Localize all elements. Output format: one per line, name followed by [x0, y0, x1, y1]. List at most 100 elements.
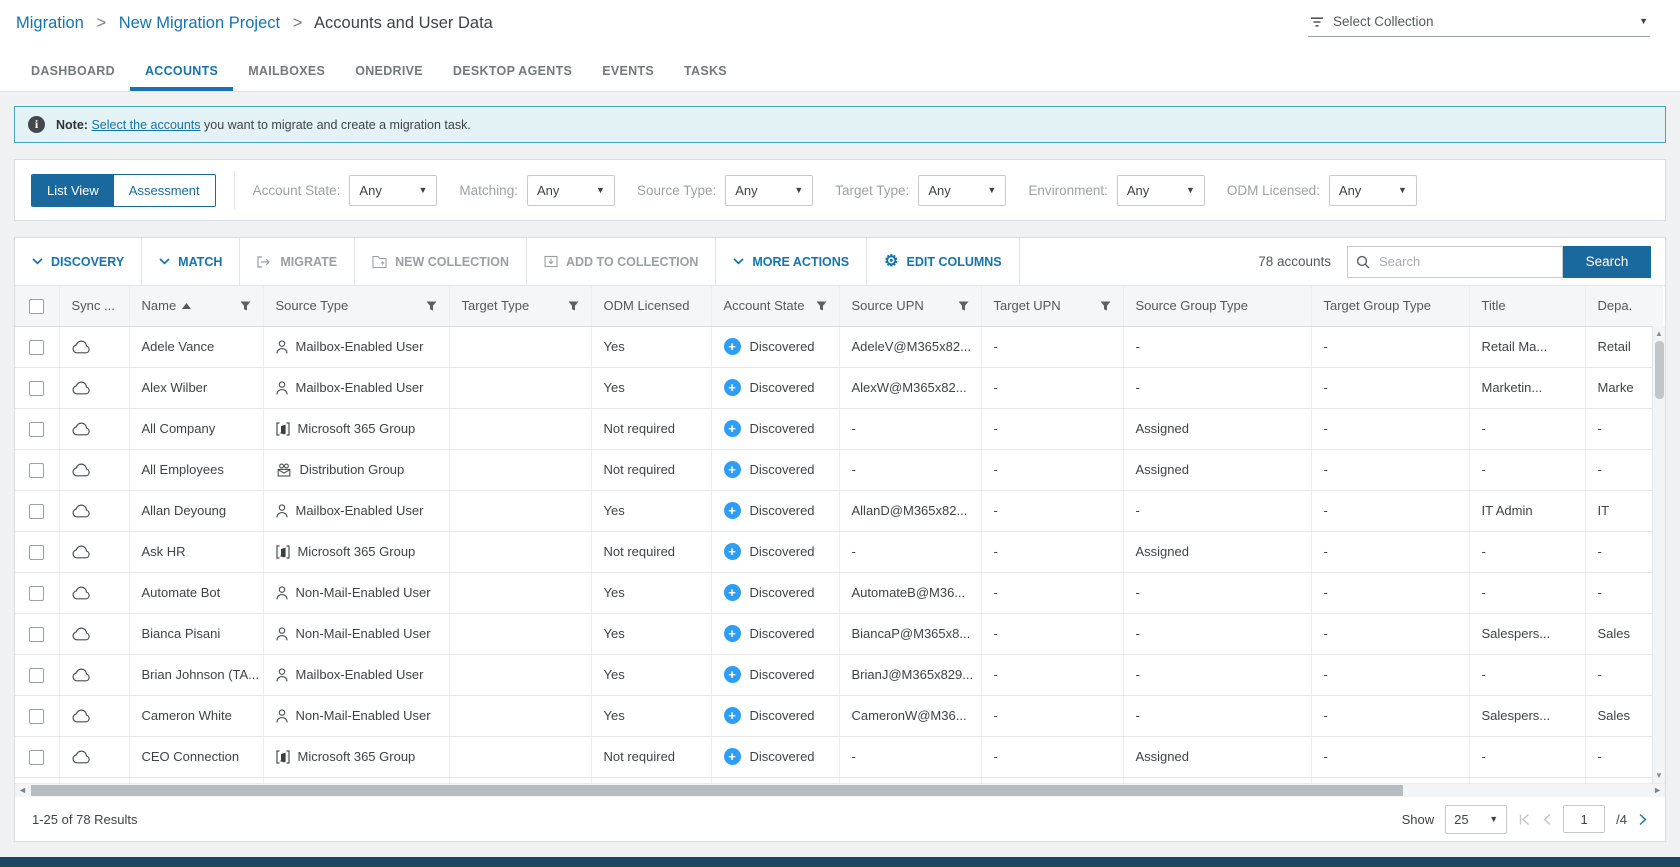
filter-select-source-type[interactable]: Any▼ — [725, 175, 813, 206]
tab-dashboard[interactable]: DASHBOARD — [16, 53, 130, 91]
scroll-right-icon[interactable]: ► — [1653, 785, 1662, 795]
filter-select-account-state[interactable]: Any▼ — [349, 175, 437, 206]
column-header-source-type[interactable]: Source Type — [263, 286, 449, 326]
cell-target-group-type: - — [1311, 654, 1469, 695]
select-all-checkbox[interactable] — [29, 299, 44, 314]
vertical-scrollbar[interactable]: ▲ ▼ — [1652, 326, 1665, 783]
filter-select-odm-licensed[interactable]: Any▼ — [1329, 175, 1417, 206]
row-checkbox[interactable] — [29, 586, 44, 601]
column-header-target-type[interactable]: Target Type — [449, 286, 591, 326]
account-state-label: Discovered — [750, 544, 815, 559]
add-to-collection-button[interactable]: ADD TO COLLECTION — [527, 238, 716, 285]
select-the-accounts-link[interactable]: Select the accounts — [91, 118, 200, 132]
column-header-account-state[interactable]: Account State — [711, 286, 839, 326]
cell-source-upn: AlexW@M365x82... — [839, 367, 981, 408]
caret-down-icon: ▼ — [1398, 186, 1407, 195]
funnel-icon[interactable] — [426, 301, 437, 311]
tab-mailboxes[interactable]: MAILBOXES — [233, 53, 340, 91]
column-header-department[interactable]: Depa. — [1585, 286, 1663, 326]
search-input[interactable] — [1377, 253, 1554, 270]
row-checkbox[interactable] — [29, 545, 44, 560]
row-checkbox[interactable] — [29, 627, 44, 642]
tab-accounts[interactable]: ACCOUNTS — [130, 53, 233, 91]
column-header-target-upn[interactable]: Target UPN — [981, 286, 1123, 326]
cell-odm-licensed: Yes — [591, 572, 711, 613]
funnel-icon[interactable] — [568, 301, 579, 311]
more-actions-button[interactable]: MORE ACTIONS — [716, 238, 867, 285]
m365-group-icon — [276, 545, 290, 559]
row-checkbox[interactable] — [29, 422, 44, 437]
column-header-sync[interactable]: Sync ... — [59, 286, 129, 326]
column-header-odm-licensed[interactable]: ODM Licensed — [591, 286, 711, 326]
tab-onedrive[interactable]: ONEDRIVE — [340, 53, 438, 91]
breadcrumb-migration[interactable]: Migration — [16, 14, 84, 32]
toolbar-button-label: MORE ACTIONS — [752, 255, 849, 269]
row-select-cell — [15, 531, 59, 572]
row-checkbox[interactable] — [29, 750, 44, 765]
scroll-down-icon[interactable]: ▼ — [1655, 768, 1663, 783]
scroll-up-icon[interactable]: ▲ — [1655, 326, 1663, 341]
cell-account-state: +Discovered — [711, 490, 839, 531]
tab-events[interactable]: EVENTS — [587, 53, 669, 91]
cell-source-upn: - — [839, 449, 981, 490]
funnel-icon[interactable] — [816, 301, 827, 311]
breadcrumb-project[interactable]: New Migration Project — [119, 14, 280, 32]
filter-select-matching[interactable]: Any▼ — [527, 175, 615, 206]
first-page-button[interactable] — [1518, 813, 1531, 826]
tab-strip: DASHBOARDACCOUNTSMAILBOXESONEDRIVEDESKTO… — [0, 53, 1680, 92]
column-header-source-upn[interactable]: Source UPN — [839, 286, 981, 326]
cell-source-type: Mailbox-Enabled User — [263, 654, 449, 695]
match-button[interactable]: MATCH — [142, 238, 240, 285]
cell-target-type — [449, 326, 591, 367]
row-checkbox[interactable] — [29, 463, 44, 478]
funnel-icon[interactable] — [958, 301, 969, 311]
row-checkbox[interactable] — [29, 709, 44, 724]
view-toggle-list-view[interactable]: List View — [32, 175, 114, 206]
filter-select-environment[interactable]: Any▼ — [1117, 175, 1205, 206]
edit-columns-button[interactable]: ⚙EDIT COLUMNS — [867, 238, 1019, 285]
plus-circle-icon: + — [724, 584, 741, 601]
table-footer: 1-25 of 78 Results Show 25 ▼ 1 /4 — [15, 797, 1665, 841]
vertical-scroll-thumb[interactable] — [1655, 341, 1664, 399]
row-checkbox[interactable] — [29, 668, 44, 683]
horizontal-scroll-thumb[interactable] — [31, 785, 1403, 796]
info-icon: i — [28, 116, 45, 133]
funnel-icon[interactable] — [1100, 301, 1111, 311]
row-checkbox[interactable] — [29, 340, 44, 355]
page-size-select[interactable]: 25 ▼ — [1445, 805, 1507, 834]
view-toggle-assessment[interactable]: Assessment — [114, 175, 215, 206]
previous-page-button[interactable] — [1542, 813, 1552, 826]
search-button[interactable]: Search — [1563, 246, 1651, 278]
cell-source-group-type: - — [1123, 572, 1311, 613]
column-label: Name — [142, 298, 177, 313]
next-page-button[interactable] — [1638, 813, 1648, 826]
column-header-target-group-type[interactable]: Target Group Type — [1311, 286, 1469, 326]
scroll-left-icon[interactable]: ◄ — [18, 785, 27, 795]
page-number-input[interactable]: 1 — [1563, 805, 1605, 833]
cell-title: Marketin... — [1469, 367, 1585, 408]
row-select-cell — [15, 695, 59, 736]
row-select-cell — [15, 613, 59, 654]
column-header-name[interactable]: Name — [129, 286, 263, 326]
select-collection-dropdown[interactable]: Select Collection ▼ — [1308, 12, 1650, 37]
funnel-icon[interactable] — [240, 301, 251, 311]
row-checkbox[interactable] — [29, 381, 44, 396]
column-header-title[interactable]: Title — [1469, 286, 1585, 326]
row-select-cell — [15, 736, 59, 777]
horizontal-scrollbar[interactable]: ◄ ► — [15, 783, 1665, 797]
account-state-label: Discovered — [750, 667, 815, 682]
filter-select-target-type[interactable]: Any▼ — [918, 175, 1006, 206]
migrate-button[interactable]: MIGRATE — [240, 238, 355, 285]
row-checkbox[interactable] — [29, 504, 44, 519]
discovery-button[interactable]: DISCOVERY — [15, 238, 142, 285]
cell-source-type: Microsoft 365 Group — [263, 531, 449, 572]
column-label: Depa. — [1598, 298, 1633, 313]
column-header-source-group-type[interactable]: Source Group Type — [1123, 286, 1311, 326]
plus-circle-icon: + — [724, 543, 741, 560]
tab-desktop-agents[interactable]: DESKTOP AGENTS — [438, 53, 587, 91]
new-collection-button[interactable]: NEW COLLECTION — [355, 238, 527, 285]
filter-odm-licensed: ODM Licensed:Any▼ — [1227, 175, 1417, 206]
cell-sync — [59, 490, 129, 531]
results-count: 1-25 of 78 Results — [32, 812, 138, 827]
tab-tasks[interactable]: TASKS — [669, 53, 742, 91]
